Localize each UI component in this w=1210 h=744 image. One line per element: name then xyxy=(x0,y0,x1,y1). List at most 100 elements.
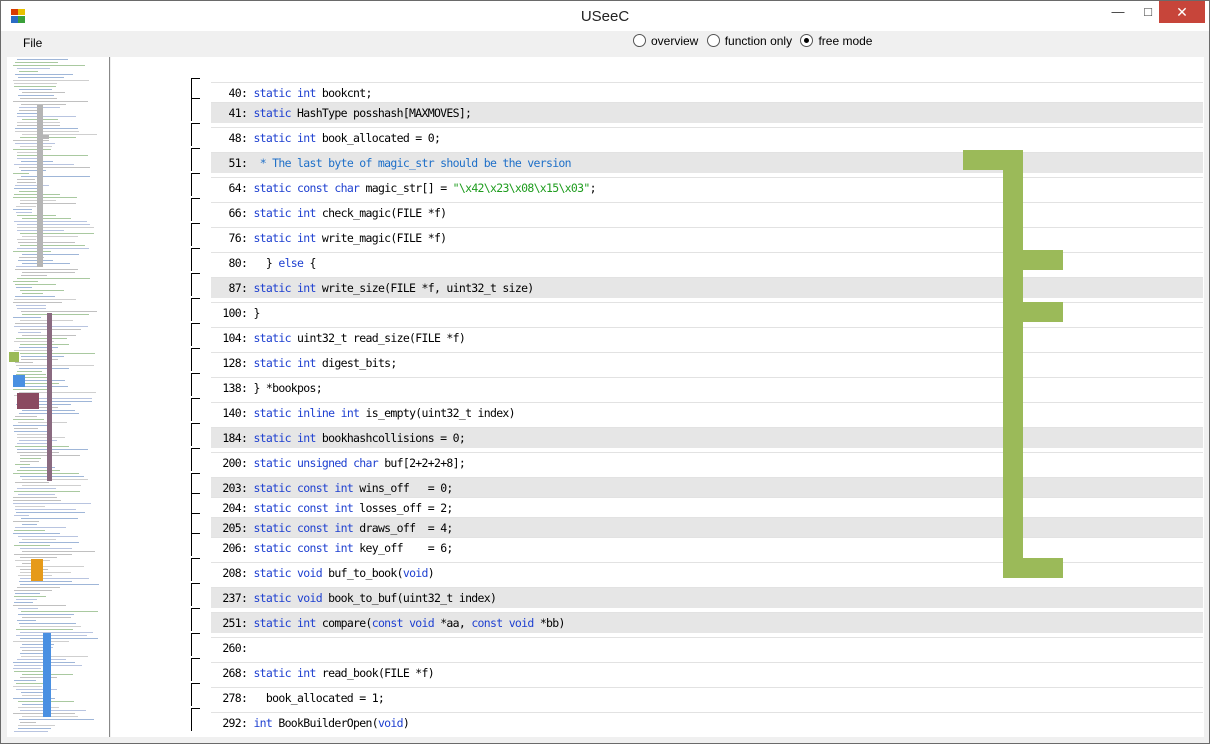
code-token: write_magic(FILE *f) xyxy=(315,231,447,245)
fold-bracket xyxy=(191,123,200,146)
radio-free-mode-icon[interactable] xyxy=(800,34,814,47)
maximize-icon[interactable]: □ xyxy=(1134,1,1162,23)
code-line[interactable]: 40: static int bookcnt; xyxy=(211,82,1203,103)
code-token: check_magic(FILE *f) xyxy=(315,206,447,220)
code-token: void xyxy=(402,566,429,580)
code-token: compare( xyxy=(315,616,372,630)
code-line[interactable]: 51: * The last byte of magic_str should … xyxy=(211,152,1203,173)
code-token: * The last byte of magic_str should be t… xyxy=(259,156,572,170)
fold-bracket xyxy=(191,633,200,656)
code-line[interactable]: 66: static int check_magic(FILE *f) xyxy=(211,202,1203,223)
code-line[interactable]: 64: static const char magic_str[] = "\x4… xyxy=(211,177,1203,198)
line-number: 48 xyxy=(228,131,242,145)
code-line[interactable]: 200: static unsigned char buf[2+2+2+8]; xyxy=(211,452,1203,473)
code-token: void xyxy=(297,566,323,580)
close-icon[interactable]: ✕ xyxy=(1159,1,1205,23)
fold-bracket xyxy=(191,148,200,171)
code-token: book_allocated = 1; xyxy=(253,691,385,705)
code-line[interactable]: 104: static uint32_t read_size(FILE *f) xyxy=(211,327,1203,348)
fold-bracket xyxy=(191,533,200,556)
mode-function-only[interactable]: function only xyxy=(706,34,792,48)
code-token: const xyxy=(371,616,404,630)
code-line[interactable]: 206: static const int key_off = 6; xyxy=(211,537,1203,558)
line-number: 292 xyxy=(222,716,241,730)
code-line[interactable]: 138: } *bookpos; xyxy=(211,377,1203,398)
code-token: const xyxy=(297,501,329,515)
code-token: static xyxy=(253,331,291,345)
fold-bracket xyxy=(191,198,200,221)
code-token: int xyxy=(297,231,316,245)
fold-bracket xyxy=(191,658,200,681)
code-token: void xyxy=(377,716,404,730)
code-token: { xyxy=(303,256,316,270)
code-token: static xyxy=(253,181,291,195)
code-token: static xyxy=(253,86,291,100)
fold-bracket xyxy=(191,608,200,631)
code-line[interactable]: 41: static HashType posshash[MAXMOVES]; xyxy=(211,102,1203,123)
radio-function-only-icon[interactable] xyxy=(706,34,720,47)
code-token: int xyxy=(334,481,354,495)
code-token: *aa, xyxy=(433,616,472,630)
minimize-icon[interactable]: — xyxy=(1104,1,1132,23)
code-token: char xyxy=(353,456,379,470)
fold-bracket xyxy=(191,423,200,446)
code-token: is_empty(uint32_t index) xyxy=(359,406,516,420)
code-line[interactable]: 184: static int bookhashcollisions = 0; xyxy=(211,427,1203,448)
line-number: 87 xyxy=(228,281,242,295)
code-token: static xyxy=(253,431,291,445)
selection-marker xyxy=(1003,170,1023,578)
fold-bracket xyxy=(191,373,200,396)
code-line[interactable]: 140: static inline int is_empty(uint32_t… xyxy=(211,402,1203,423)
code-token: static xyxy=(253,131,291,145)
menu-file[interactable]: File xyxy=(23,36,42,50)
mode-overview[interactable]: overview xyxy=(633,34,698,48)
code-token: uint32_t read_size(FILE *f) xyxy=(290,331,466,345)
code-token: const xyxy=(297,481,329,495)
code-line[interactable]: 205: static const int draws_off = 4; xyxy=(211,517,1203,538)
code-token: "\x42\x23\x08\x15\x03" xyxy=(452,181,591,195)
fold-bracket xyxy=(191,398,200,421)
code-token: const xyxy=(297,541,329,555)
code-token: static xyxy=(253,356,291,370)
code-line[interactable]: 251: static int compare(const void *aa, … xyxy=(211,612,1203,633)
minimap-marker xyxy=(31,559,43,581)
code-line[interactable]: 87: static int write_size(FILE *f, uint3… xyxy=(211,277,1203,298)
code-line[interactable]: 128: static int digest_bits; xyxy=(211,352,1203,373)
radio-overview-icon[interactable] xyxy=(633,34,646,47)
code-minimap[interactable] xyxy=(7,57,110,737)
code-token: static xyxy=(253,521,291,535)
code-token: static xyxy=(253,106,291,120)
line-number: 208 xyxy=(222,566,241,580)
mode-overview-label: overview xyxy=(651,34,699,48)
code-token: bookhashcollisions = 0; xyxy=(315,431,466,445)
code-line[interactable]: 278: book_allocated = 1; xyxy=(211,687,1203,708)
code-line[interactable]: 292: int BookBuilderOpen(void) xyxy=(211,712,1203,733)
code-token: static xyxy=(253,616,291,630)
code-token: int xyxy=(297,206,316,220)
code-token: ) xyxy=(402,716,410,730)
selection-marker xyxy=(963,150,1023,170)
code-token: int xyxy=(297,356,316,370)
minimap-marker xyxy=(13,375,25,387)
code-line[interactable]: 203: static const int wins_off = 0; xyxy=(211,477,1203,498)
code-line[interactable]: 76: static int write_magic(FILE *f) xyxy=(211,227,1203,248)
code-token: bookcnt; xyxy=(315,86,372,100)
fold-bracket xyxy=(191,323,200,346)
fold-bracket xyxy=(191,273,200,296)
fold-bracket xyxy=(191,223,200,246)
code-line[interactable]: 48: static int book_allocated = 0; xyxy=(211,127,1203,148)
code-line[interactable]: 268: static int read_book(FILE *f) xyxy=(211,662,1203,683)
line-number: 76 xyxy=(228,231,242,245)
code-line[interactable]: 204: static const int losses_off = 2; xyxy=(211,497,1203,518)
minimap-marker xyxy=(17,393,39,409)
selection-marker xyxy=(1023,302,1063,322)
code-view[interactable]: 40: static int bookcnt; 41: static HashTy… xyxy=(111,57,1204,737)
code-token: static xyxy=(253,231,291,245)
code-line[interactable]: 237: static void book_to_buf(uint32_t in… xyxy=(211,587,1203,608)
mode-free-mode[interactable]: free mode xyxy=(800,34,872,48)
code-line[interactable]: 260: xyxy=(211,637,1203,658)
line-number: 204 xyxy=(222,501,241,515)
window-title: USeeC xyxy=(580,8,630,25)
line-number: 203 xyxy=(222,481,241,495)
minimap-marker xyxy=(43,633,51,717)
